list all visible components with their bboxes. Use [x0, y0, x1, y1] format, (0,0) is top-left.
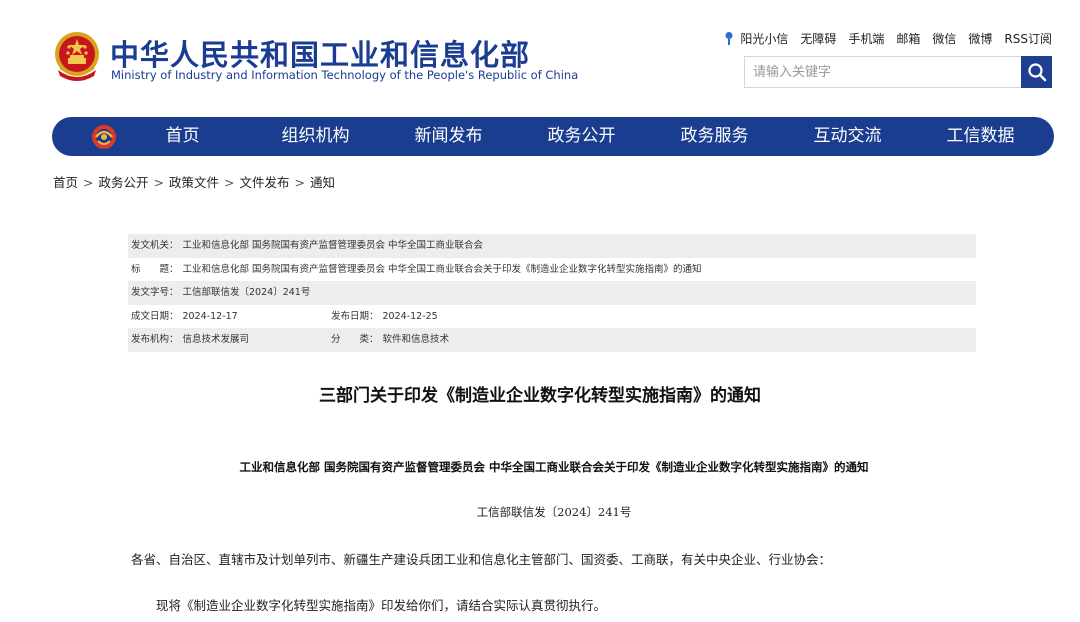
nav-item-interaction[interactable]: 互动交流 — [781, 117, 914, 156]
meta-label: 发文机关： — [131, 240, 179, 251]
meta-label: 发文字号： — [131, 287, 179, 298]
meta-value-docno: 工信部联信发〔2024〕241号 — [182, 287, 311, 298]
article-subtitle: 工业和信息化部 国务院国有资产监督管理委员会 中华全国工商业联合会关于印发《制造… — [239, 460, 869, 474]
nav-item-news[interactable]: 新闻发布 — [382, 117, 515, 156]
breadcrumb-policy-documents[interactable]: 政策文件 — [169, 175, 219, 190]
meta-value-org: 信息技术发展司 — [182, 334, 250, 345]
article-doc-number: 工信部联信发〔2024〕241号 — [476, 505, 632, 519]
breadcrumb-document-release[interactable]: 文件发布 — [240, 175, 290, 190]
site-title-english[interactable]: Ministry of Industry and Information Tec… — [111, 68, 578, 82]
breadcrumb-notice[interactable]: 通知 — [310, 175, 335, 190]
nav-item-home[interactable]: 首页 — [116, 117, 249, 156]
nav-item-organization[interactable]: 组织机构 — [249, 117, 382, 156]
meta-label: 发布日期： — [331, 310, 379, 322]
top-link-sunshine[interactable]: 阳光小信 — [723, 30, 788, 47]
meta-row-docno: 发文字号： 工信部联信发〔2024〕241号 — [128, 281, 976, 305]
nav-items: 首页 组织机构 新闻发布 政务公开 政务服务 互动交流 工信数据 — [116, 117, 1047, 156]
search-button[interactable] — [1021, 56, 1052, 88]
article-paragraph: 各省、自治区、直辖市及计划单列市、新疆生产建设兵团工业和信息化主管部门、国资委、… — [131, 552, 832, 567]
meta-value-title: 工业和信息化部 国务院国有资产监督管理委员会 中华全国工商业联合会关于印发《制造… — [182, 263, 702, 275]
miit-logo-icon[interactable] — [90, 123, 118, 151]
meta-value-written-date: 2024-12-17 — [182, 310, 238, 322]
top-link-mobile[interactable]: 手机端 — [848, 30, 884, 47]
breadcrumb-separator: > — [83, 175, 94, 190]
meta-col-category: 分 类： 软件和信息技术 — [331, 328, 449, 352]
meta-row-dates: 成文日期： 2024-12-17 发布日期： 2024-12-25 — [128, 305, 976, 329]
breadcrumb-home[interactable]: 首页 — [53, 175, 78, 190]
search-input[interactable] — [745, 57, 1021, 87]
meta-value-published-date: 2024-12-25 — [382, 310, 438, 322]
meta-label: 分 类： — [331, 334, 379, 345]
nav-item-government-affairs[interactable]: 政务公开 — [515, 117, 648, 156]
article-title: 三部门关于印发《制造业企业数字化转型实施指南》的通知 — [319, 386, 761, 406]
breadcrumb: 首页 > 政务公开 > 政策文件 > 文件发布 > 通知 — [53, 172, 335, 191]
top-link-rss[interactable]: RSS订阅 — [1004, 30, 1052, 47]
top-link-mail[interactable]: 邮箱 — [896, 30, 920, 47]
national-emblem-icon[interactable] — [52, 30, 102, 84]
top-link-label: 阳光小信 — [740, 32, 789, 46]
meta-row-org: 发布机构： 信息技术发展司 分 类： 软件和信息技术 — [128, 328, 976, 352]
top-link-weibo[interactable]: 微博 — [968, 30, 992, 47]
top-link-wechat[interactable]: 微信 — [932, 30, 956, 47]
site-header: 中华人民共和国工业和信息化部 Ministry of Industry and … — [0, 0, 1080, 110]
sun-icon — [725, 32, 733, 45]
search-box — [744, 56, 1052, 88]
top-link-accessibility[interactable]: 无障碍 — [800, 30, 836, 47]
breadcrumb-government-affairs[interactable]: 政务公开 — [99, 175, 149, 190]
article-paragraph: 现将《制造业企业数字化转型实施指南》印发给你们，请结合实际认真贯彻执行。 — [156, 598, 607, 613]
document-metadata: 发文机关： 工业和信息化部 国务院国有资产监督管理委员会 中华全国工商业联合会 标… — [128, 234, 976, 352]
meta-value-issuer: 工业和信息化部 国务院国有资产监督管理委员会 中华全国工商业联合会 — [182, 240, 484, 251]
meta-label: 标 题： — [131, 263, 179, 275]
breadcrumb-separator: > — [224, 175, 235, 190]
meta-row-issuer: 发文机关： 工业和信息化部 国务院国有资产监督管理委员会 中华全国工商业联合会 — [128, 234, 976, 258]
meta-col-published: 发布日期： 2024-12-25 — [331, 305, 438, 329]
breadcrumb-separator: > — [294, 175, 305, 190]
meta-label: 发布机构： — [131, 334, 179, 345]
search-icon — [1027, 63, 1046, 82]
meta-row-title: 标 题： 工业和信息化部 国务院国有资产监督管理委员会 中华全国工商业联合会关于印… — [128, 258, 976, 282]
breadcrumb-separator: > — [153, 175, 164, 190]
nav-item-data[interactable]: 工信数据 — [914, 117, 1047, 156]
meta-value-category: 软件和信息技术 — [382, 334, 450, 345]
main-nav: 首页 组织机构 新闻发布 政务公开 政务服务 互动交流 工信数据 — [52, 117, 1054, 156]
meta-label: 成文日期： — [131, 310, 179, 322]
top-links: 阳光小信 无障碍 手机端 邮箱 微信 微博 RSS订阅 — [723, 30, 1052, 47]
nav-item-government-services[interactable]: 政务服务 — [648, 117, 781, 156]
